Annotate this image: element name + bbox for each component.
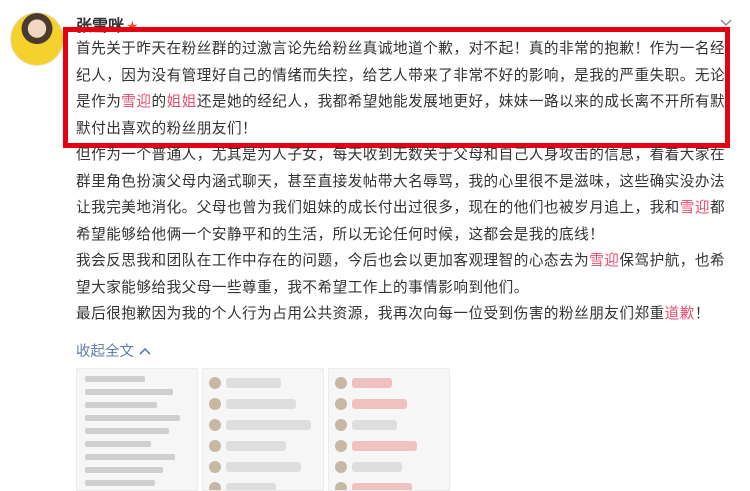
collapse-label[interactable]: 收起全文 xyxy=(76,344,134,360)
text-segment: 我会反思我和团队在工作中存在的问题，今后也会以更加客观理智的心态去为 xyxy=(76,252,590,269)
collapse-button[interactable]: 收起全文 xyxy=(76,340,151,361)
image-thumbnail[interactable] xyxy=(328,368,450,491)
paragraph-3: 我会反思我和团队在工作中存在的问题，今后也会以更加客观理智的心态去为雪迎保驾护航… xyxy=(76,248,730,301)
avatar[interactable] xyxy=(10,12,64,66)
topic-link[interactable]: 道歉 xyxy=(665,305,695,322)
text-segment: ！ xyxy=(694,305,710,322)
text-segment: 最后很抱歉因为我的个人行为占用公共资源，我再次向每一位受到伤害的粉丝朋友们郑重 xyxy=(76,305,665,322)
topic-link[interactable]: 雪迎 xyxy=(680,199,710,216)
text-segment: 的 xyxy=(151,93,167,110)
chevron-up-icon[interactable] xyxy=(139,344,151,360)
image-thumbnail[interactable] xyxy=(202,368,324,491)
topic-link[interactable]: 姐姐 xyxy=(167,93,197,110)
post-text: 首先关于昨天在粉丝群的过激言论先给粉丝真诚地道个歉，对不起！真的非常的抱歉！作为… xyxy=(76,36,730,328)
text-segment: 但作为一个普通人，尤其是为人子女，每天收到无数关于父母和自己人身攻击的信息，看着… xyxy=(76,146,726,216)
topic-link[interactable]: 雪迎 xyxy=(121,93,151,110)
image-thumbnail[interactable] xyxy=(76,368,198,491)
image-thumbnails xyxy=(76,368,456,491)
paragraph-1: 首先关于昨天在粉丝群的过激言论先给粉丝真诚地道个歉，对不起！真的非常的抱歉！作为… xyxy=(76,36,730,142)
topic-link[interactable]: 雪迎 xyxy=(589,252,619,269)
paragraph-2: 但作为一个普通人，尤其是为人子女，每天收到无数关于父母和自己人身攻击的信息，看着… xyxy=(76,142,730,248)
paragraph-4: 最后很抱歉因为我的个人行为占用公共资源，我再次向每一位受到伤害的粉丝朋友们郑重道… xyxy=(76,301,730,328)
